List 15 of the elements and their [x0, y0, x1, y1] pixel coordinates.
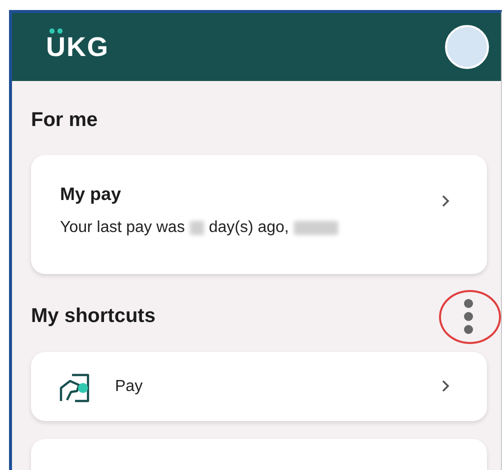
shortcut-label: Pay	[115, 376, 143, 396]
redacted-value	[190, 221, 204, 235]
pay-card[interactable]: My pay Your last pay was day(s) ago,	[31, 155, 487, 274]
section-title: My shortcuts	[31, 304, 156, 329]
logo: UKG	[46, 34, 109, 60]
chevron-icon	[441, 379, 451, 394]
summary-text: day(s) ago,	[208, 218, 289, 238]
chevron-icon	[441, 194, 451, 208]
summary-text: Your last pay was	[60, 218, 185, 238]
redacted-value	[294, 221, 338, 235]
logo-dots-icon	[49, 28, 63, 34]
avatar[interactable]	[445, 25, 489, 69]
card-title: My pay	[60, 183, 122, 206]
shortcut-card[interactable]: Pay	[31, 352, 487, 421]
section-title: For me	[31, 108, 98, 133]
